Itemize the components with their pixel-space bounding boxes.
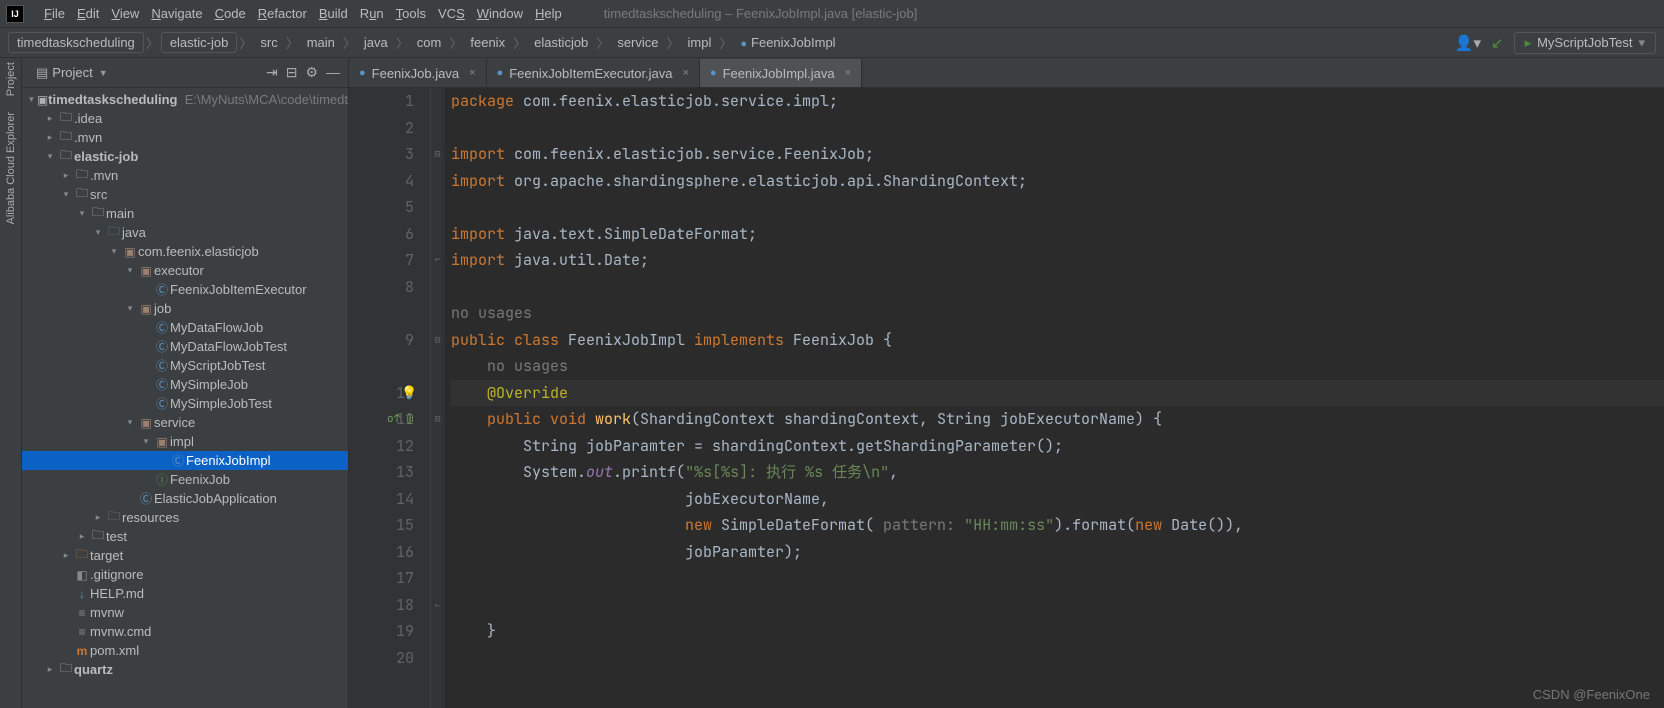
- tree-item[interactable]: elastic-job: [74, 149, 138, 164]
- project-panel-header: ▤ Project ▼ ⇥ ⊟ ⚙ —: [22, 58, 348, 88]
- tree-item[interactable]: FeenixJobItemExecutor: [170, 282, 307, 297]
- minimize-icon[interactable]: —: [326, 64, 340, 81]
- tree-item[interactable]: executor: [154, 263, 204, 278]
- tree-root-path: E:\MyNuts\MCA\code\timedt: [185, 92, 348, 107]
- crumb[interactable]: main: [301, 35, 341, 50]
- menu-help[interactable]: Help: [529, 6, 568, 21]
- tree-item[interactable]: main: [106, 206, 134, 221]
- app-logo-icon: IJ: [6, 5, 24, 23]
- tree-item[interactable]: mvnw.cmd: [90, 624, 151, 639]
- tree-item[interactable]: service: [154, 415, 195, 430]
- flatten-icon[interactable]: ⇥: [266, 64, 278, 81]
- tree-item[interactable]: com.feenix.elasticjob: [138, 244, 259, 259]
- crumb[interactable]: java: [358, 35, 394, 50]
- tree-item[interactable]: ElasticJobApplication: [154, 491, 277, 506]
- tree-item[interactable]: HELP.md: [90, 586, 144, 601]
- tree-item[interactable]: MyDataFlowJob: [170, 320, 263, 335]
- menu-view[interactable]: View: [105, 6, 145, 21]
- project-tool-button[interactable]: Project: [5, 62, 17, 96]
- crumb-root[interactable]: timedtaskscheduling: [8, 32, 144, 53]
- menubar: IJ File Edit View Navigate Code Refactor…: [0, 0, 1664, 28]
- menu-build[interactable]: Build: [313, 6, 354, 21]
- menu-file[interactable]: File: [38, 6, 71, 21]
- fold-column[interactable]: ⊟⌐⊟⊟⌙: [431, 88, 445, 708]
- project-view-selector[interactable]: ▤ Project ▼: [30, 63, 114, 83]
- tree-item[interactable]: src: [90, 187, 107, 202]
- menu-run[interactable]: Run: [354, 6, 390, 21]
- crumb[interactable]: com: [411, 35, 448, 50]
- close-icon[interactable]: ×: [469, 67, 475, 79]
- tree-item[interactable]: resources: [122, 510, 179, 525]
- tab-label: FeenixJobItemExecutor.java: [509, 66, 672, 81]
- tree-item[interactable]: impl: [170, 434, 194, 449]
- close-icon[interactable]: ×: [683, 67, 689, 79]
- project-view-label: Project: [52, 65, 92, 80]
- tree-item-selected[interactable]: FeenixJobImpl: [186, 453, 271, 468]
- editor: ●FeenixJob.java× ●FeenixJobItemExecutor.…: [349, 58, 1664, 708]
- editor-tab-active[interactable]: ●FeenixJobImpl.java×: [700, 59, 862, 87]
- run-config-label: MyScriptJobTest: [1537, 35, 1632, 50]
- override-gutter-icon[interactable]: o↑ @: [387, 406, 413, 433]
- left-toolbar: Project Alibaba Cloud Explorer: [0, 58, 22, 708]
- watermark: CSDN @FeenixOne: [1533, 687, 1650, 702]
- menu-edit[interactable]: Edit: [71, 6, 105, 21]
- tree-item[interactable]: pom.xml: [90, 643, 139, 658]
- menu-tools[interactable]: Tools: [390, 6, 432, 21]
- project-tree[interactable]: ▾▣timedtaskscheduling E:\MyNuts\MCA\code…: [22, 88, 348, 708]
- crumb-file-label: FeenixJobImpl: [751, 35, 836, 50]
- tree-item[interactable]: java: [122, 225, 146, 240]
- code-content[interactable]: package com.feenix.elasticjob.service.im…: [445, 88, 1664, 708]
- tree-item[interactable]: MyScriptJobTest: [170, 358, 265, 373]
- tree-item[interactable]: test: [106, 529, 127, 544]
- tree-item[interactable]: .mvn: [74, 130, 102, 145]
- menu-navigate[interactable]: Navigate: [145, 6, 208, 21]
- tree-item[interactable]: MyDataFlowJobTest: [170, 339, 287, 354]
- editor-tabs: ●FeenixJob.java× ●FeenixJobItemExecutor.…: [349, 58, 1664, 88]
- crumb-file[interactable]: ●FeenixJobImpl: [734, 35, 841, 50]
- crumb[interactable]: src: [254, 35, 283, 50]
- project-panel: ▤ Project ▼ ⇥ ⊟ ⚙ — ▾▣timedtaskschedulin…: [22, 58, 349, 708]
- crumb[interactable]: service: [611, 35, 664, 50]
- tree-item[interactable]: job: [154, 301, 171, 316]
- crumb[interactable]: feenix: [464, 35, 511, 50]
- select-opened-icon[interactable]: ⊟: [286, 64, 298, 81]
- tree-item[interactable]: .mvn: [90, 168, 118, 183]
- tree-root[interactable]: timedtaskscheduling: [48, 92, 177, 107]
- tree-item[interactable]: mvnw: [90, 605, 124, 620]
- window-title: timedtaskscheduling – FeenixJobImpl.java…: [604, 6, 918, 21]
- editor-tab[interactable]: ●FeenixJob.java×: [349, 59, 487, 87]
- gear-icon[interactable]: ⚙: [305, 64, 318, 81]
- tree-item[interactable]: MySimpleJobTest: [170, 396, 272, 411]
- tree-item[interactable]: quartz: [74, 662, 113, 677]
- tree-item[interactable]: MySimpleJob: [170, 377, 248, 392]
- editor-tab[interactable]: ●FeenixJobItemExecutor.java×: [487, 59, 700, 87]
- intention-bulb-icon[interactable]: 💡: [401, 380, 417, 407]
- tab-label: FeenixJobImpl.java: [723, 66, 835, 81]
- crumb[interactable]: impl: [682, 35, 718, 50]
- gutter[interactable]: 1 2 3 4 5 6 7 8 9 10💡 11o↑ @ 12 13 14 15…: [349, 88, 431, 708]
- close-icon[interactable]: ×: [845, 67, 851, 79]
- menu-refactor[interactable]: Refactor: [252, 6, 313, 21]
- run-config-selector[interactable]: ▸ MyScriptJobTest ▾: [1514, 32, 1656, 54]
- crumb-module[interactable]: elastic-job: [161, 32, 238, 53]
- tree-item[interactable]: .idea: [74, 111, 102, 126]
- tree-item[interactable]: .gitignore: [90, 567, 143, 582]
- cwm-icon[interactable]: 👤▾: [1455, 34, 1481, 52]
- build-icon[interactable]: ↙: [1491, 34, 1504, 52]
- menu-code[interactable]: Code: [209, 6, 252, 21]
- breadcrumb-bar: timedtaskscheduling〉 elastic-job〉 src〉 m…: [0, 28, 1664, 58]
- tab-label: FeenixJob.java: [372, 66, 459, 81]
- cloud-explorer-tool-button[interactable]: Alibaba Cloud Explorer: [5, 112, 17, 225]
- code-area[interactable]: 1 2 3 4 5 6 7 8 9 10💡 11o↑ @ 12 13 14 15…: [349, 88, 1664, 708]
- menu-vcs[interactable]: VCS: [432, 6, 471, 21]
- crumb[interactable]: elasticjob: [528, 35, 594, 50]
- tree-item[interactable]: FeenixJob: [170, 472, 230, 487]
- menu-window[interactable]: Window: [471, 6, 529, 21]
- tree-item[interactable]: target: [90, 548, 123, 563]
